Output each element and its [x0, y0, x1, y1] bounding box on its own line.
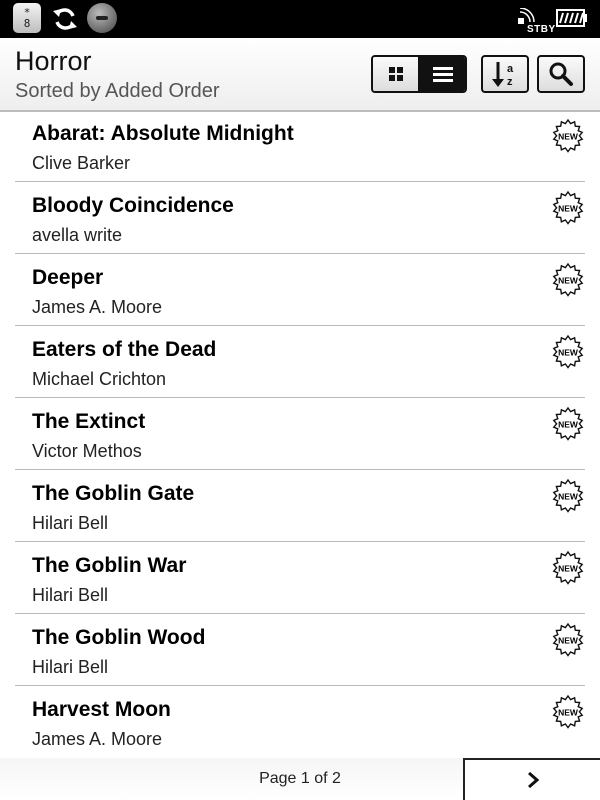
- page-title: Horror: [15, 46, 92, 76]
- svg-text:NEW: NEW: [558, 132, 579, 142]
- book-list-item[interactable]: Harvest Moon James A. Moore NEW: [0, 686, 600, 758]
- book-list-item[interactable]: The Goblin War Hilari Bell NEW: [0, 542, 600, 614]
- book-list-item[interactable]: Deeper James A. Moore NEW: [0, 254, 600, 326]
- new-badge-icon: NEW: [553, 479, 583, 513]
- book-list-item[interactable]: Eaters of the Dead Michael Crichton NEW: [0, 326, 600, 398]
- book-author: Hilari Bell: [32, 513, 109, 533]
- sort-order-label: Sorted by Added Order: [15, 80, 220, 102]
- svg-text:NEW: NEW: [558, 708, 579, 718]
- battery-icon: [556, 9, 587, 27]
- list-icon: [432, 67, 453, 82]
- book-list-item[interactable]: The Extinct Victor Methos NEW: [0, 398, 600, 470]
- search-button[interactable]: [537, 55, 585, 93]
- sync-icon[interactable]: [51, 5, 79, 33]
- new-badge-icon: NEW: [553, 695, 583, 729]
- list-view-button[interactable]: [420, 57, 465, 91]
- new-badge-icon: NEW: [553, 623, 583, 657]
- page-indicator: Page 1 of 2: [259, 770, 341, 787]
- book-author: James A. Moore: [32, 297, 163, 317]
- new-badge-icon: NEW: [553, 551, 583, 585]
- svg-text:NEW: NEW: [558, 348, 579, 358]
- new-badge-icon: NEW: [553, 263, 583, 297]
- wireless-off-icon[interactable]: [87, 3, 117, 33]
- svg-text:NEW: NEW: [558, 276, 579, 286]
- sort-button[interactable]: a z: [481, 55, 529, 93]
- book-author: Hilari Bell: [32, 657, 109, 677]
- search-icon: [549, 62, 573, 86]
- grid-view-button[interactable]: [373, 57, 420, 91]
- book-author: Victor Methos: [32, 441, 142, 461]
- book-author: James A. Moore: [32, 729, 163, 749]
- pagination-footer: Page 1 of 2: [0, 758, 600, 800]
- new-badge-icon: NEW: [553, 335, 583, 369]
- book-list-item[interactable]: The Goblin Wood Hilari Bell NEW: [0, 614, 600, 686]
- svg-text:NEW: NEW: [558, 420, 579, 430]
- new-badge-icon: NEW: [553, 191, 583, 225]
- svg-text:NEW: NEW: [558, 492, 579, 502]
- book-title: Deeper: [32, 266, 104, 289]
- book-list-item[interactable]: The Goblin Gate Hilari Bell NEW: [0, 470, 600, 542]
- grid-icon: [388, 67, 403, 81]
- view-toggle: [371, 55, 467, 93]
- standby-label: STBY: [527, 24, 556, 35]
- book-list: Abarat: Absolute Midnight Clive Barker N…: [0, 110, 600, 758]
- new-badge-icon: NEW: [553, 119, 583, 153]
- header: Horror Sorted by Added Order a z: [0, 38, 600, 112]
- svg-text:a: a: [507, 63, 514, 75]
- keyboard-icon[interactable]: * 8: [13, 3, 41, 33]
- book-author: avella write: [32, 225, 123, 245]
- book-title: Harvest Moon: [32, 698, 171, 721]
- book-list-item[interactable]: Bloody Coincidence avella write NEW: [0, 182, 600, 254]
- book-title: The Goblin Wood: [32, 626, 206, 649]
- svg-text:NEW: NEW: [558, 204, 579, 214]
- book-title: Bloody Coincidence: [32, 194, 234, 217]
- new-badge-icon: NEW: [553, 407, 583, 441]
- chevron-right-icon: [527, 771, 539, 789]
- keyboard-icon-bottom: 8: [23, 17, 31, 30]
- svg-text:NEW: NEW: [558, 564, 579, 574]
- book-author: Michael Crichton: [32, 369, 167, 389]
- book-author: Clive Barker: [32, 153, 131, 173]
- book-title: The Goblin Gate: [32, 482, 195, 505]
- sort-az-icon: a z: [492, 62, 514, 88]
- book-author: Hilari Bell: [32, 585, 109, 605]
- status-bar: * 8 STBY: [0, 0, 600, 38]
- next-page-button[interactable]: [463, 758, 600, 800]
- svg-text:z: z: [507, 76, 513, 88]
- svg-text:NEW: NEW: [558, 636, 579, 646]
- book-title: Eaters of the Dead: [32, 338, 217, 361]
- book-title: Abarat: Absolute Midnight: [32, 122, 294, 145]
- book-title: The Extinct: [32, 410, 146, 433]
- book-list-item[interactable]: Abarat: Absolute Midnight Clive Barker N…: [0, 110, 600, 182]
- book-title: The Goblin War: [32, 554, 187, 577]
